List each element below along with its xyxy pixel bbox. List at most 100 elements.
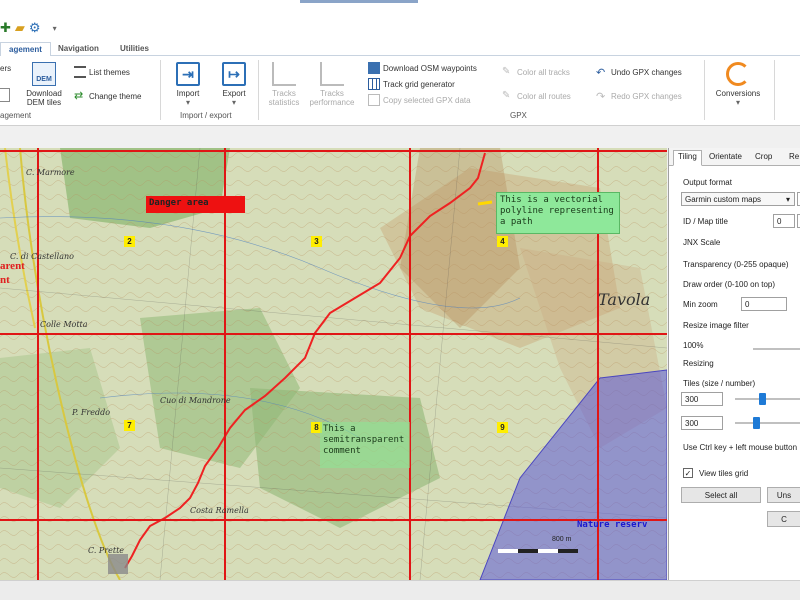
tab-navigation[interactable]: Navigation: [50, 42, 107, 56]
map-view[interactable]: 2 3 4 7 8 9 Danger area This is a vector…: [0, 148, 667, 580]
export-dropdown-icon: ▾: [231, 98, 236, 107]
tab-orientate[interactable]: Orientate: [705, 151, 746, 162]
danger-area-label[interactable]: Danger area: [146, 196, 245, 213]
conversions-button[interactable]: Conversions ▾: [712, 62, 764, 107]
export-button[interactable]: ↦ Export ▾: [218, 62, 250, 107]
select-all-button[interactable]: Select all: [681, 487, 761, 503]
tab-management[interactable]: agement: [0, 42, 51, 56]
unselect-all-button[interactable]: Uns: [767, 487, 800, 503]
ribbon-spacer: [0, 126, 800, 146]
new-icon[interactable]: ✚: [0, 20, 11, 36]
ribbon-separator: [774, 60, 775, 120]
title-highlight: [300, 0, 418, 3]
tab-tiling[interactable]: Tiling: [673, 150, 702, 166]
color-all-routes-button[interactable]: ✎ Color all routes: [502, 90, 571, 102]
create-button[interactable]: C: [767, 511, 800, 527]
ribbon-separator: [258, 60, 259, 120]
tab-resize[interactable]: Re: [785, 151, 800, 162]
tiling-panel: Tiling Orientate Crop Re Output format G…: [668, 148, 800, 580]
place-label: Costa Ramella: [190, 506, 249, 515]
color-all-tracks-label: Color all tracks: [517, 67, 570, 77]
tiles-size-label: Tiles (size / number): [683, 379, 756, 388]
copy-gpx-button[interactable]: Copy selected GPX data: [368, 94, 471, 106]
panel-tab-bar: Tiling Orientate Crop Re: [669, 148, 800, 166]
color-all-routes-label: Color all routes: [517, 91, 571, 101]
output-format-label: Output format: [683, 178, 732, 187]
osm-download-icon: [368, 62, 380, 74]
min-zoom-label: Min zoom: [683, 300, 718, 309]
resize-slider[interactable]: [753, 348, 800, 350]
tile-width-input[interactable]: 300: [681, 392, 723, 406]
performance-chart-icon: [320, 62, 344, 86]
nature-reserve-label[interactable]: Nature reserv: [574, 518, 650, 533]
place-label: C. Prette: [88, 546, 125, 555]
tab-utilities[interactable]: Utilities: [112, 42, 157, 56]
download-dem-button[interactable]: DEM Download DEM tiles: [24, 62, 64, 107]
place-label: Colle Motta: [40, 320, 88, 329]
import-button[interactable]: ⇥ Import ▾: [172, 62, 204, 107]
ctrl-hint-label: Use Ctrl key + left mouse button: [683, 443, 798, 452]
download-osm-label: Download OSM waypoints: [383, 63, 477, 73]
download-osm-button[interactable]: Download OSM waypoints: [368, 62, 477, 74]
download-dem-label: Download DEM tiles: [26, 89, 62, 107]
tab-crop[interactable]: Crop: [751, 151, 776, 162]
tile-height-slider[interactable]: [735, 422, 800, 424]
view-tiles-grid-checkbox[interactable]: ✓: [683, 468, 693, 478]
view-tiles-grid-label: View tiles grid: [699, 469, 749, 478]
resize-percent-label: 100%: [683, 341, 704, 350]
list-themes-button[interactable]: List themes: [74, 66, 130, 78]
open-folder-icon[interactable]: ▰: [15, 20, 25, 36]
tile-number: 4: [497, 236, 508, 247]
redo-icon: ↷: [596, 91, 606, 103]
layers-icon: [0, 88, 10, 102]
tile-width-slider[interactable]: [735, 398, 800, 400]
tracks-performance-button[interactable]: Tracks performance: [306, 62, 358, 107]
conversions-dropdown-icon: ▾: [735, 98, 740, 107]
jnx-scale-label: JNX Scale: [683, 238, 721, 247]
polyline-comment[interactable]: This is a vectorial polyline representin…: [496, 192, 620, 234]
output-format-value: Garmin custom maps: [685, 195, 762, 204]
bar-chart-icon: [272, 62, 296, 86]
tracks-statistics-label: Tracks statistics: [268, 89, 300, 107]
id-input[interactable]: 0: [773, 214, 795, 228]
track-grid-label: Track grid generator: [383, 79, 455, 89]
redo-gpx-button[interactable]: ↷ Redo GPX changes: [596, 90, 682, 103]
undo-gpx-button[interactable]: ↶ Undo GPX changes: [596, 66, 682, 79]
import-label: Import: [176, 89, 200, 98]
tracks-performance-label: Tracks performance: [309, 89, 355, 107]
import-dropdown-icon: ▾: [185, 98, 190, 107]
chevron-down-icon: ▾: [785, 195, 790, 204]
color-all-tracks-button[interactable]: ✎ Color all tracks: [502, 66, 570, 78]
tile-width-slider-thumb[interactable]: [759, 393, 766, 405]
output-format-select[interactable]: Garmin custom maps ▾: [681, 192, 795, 206]
status-bar: [0, 580, 800, 600]
callout-pointer: [477, 200, 493, 206]
track-grid-button[interactable]: Track grid generator: [368, 78, 455, 90]
map-red-text: arent: [0, 260, 25, 272]
change-theme-button[interactable]: ⇄ Change theme: [74, 90, 141, 102]
tile-number: 9: [497, 422, 508, 433]
tile-height-input[interactable]: 300: [681, 416, 723, 430]
semitransparent-comment[interactable]: This a semitransparent comment: [320, 422, 410, 468]
min-zoom-input[interactable]: 0: [741, 297, 787, 311]
redo-gpx-label: Redo GPX changes: [611, 91, 682, 101]
tracks-statistics-button[interactable]: Tracks statistics: [264, 62, 304, 107]
title-bar: ✚ ▰ ⚙ ▾: [0, 0, 800, 40]
layers-button-cut[interactable]: ers: [0, 64, 11, 73]
tile-number: 7: [124, 420, 135, 431]
place-label: C. Marmore: [26, 168, 75, 177]
tile-height-slider-thumb[interactable]: [753, 417, 760, 429]
place-label: P. Freddo: [72, 408, 111, 417]
import-icon: ⇥: [176, 62, 200, 86]
ribbon-tab-bar: agement Navigation Utilities: [0, 40, 800, 56]
qat-dropdown-icon[interactable]: ▾: [53, 24, 57, 33]
resize-filter-label: Resize image filter: [683, 321, 749, 330]
tile-number: 2: [124, 236, 135, 247]
settings-gear-icon[interactable]: ⚙: [29, 20, 41, 36]
group-gpx-label: GPX: [510, 111, 527, 120]
change-theme-icon: ⇄: [74, 90, 84, 102]
place-label-tavola: Tavola: [598, 290, 651, 309]
export-icon: ↦: [222, 62, 246, 86]
place-label: C. di Castellano: [10, 252, 74, 261]
transparency-label: Transparency (0-255 opaque): [683, 260, 789, 269]
